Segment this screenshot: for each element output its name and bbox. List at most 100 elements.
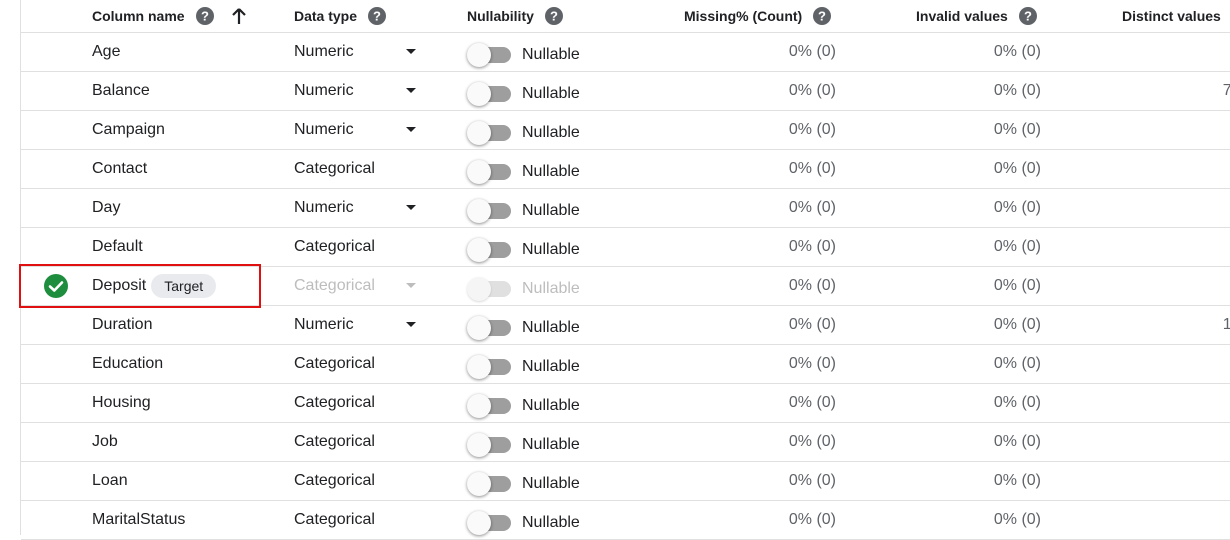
table-row[interactable]: Default Categorical Nullable 0% (0) 0% (0) <box>21 228 1230 267</box>
table-row[interactable]: Housing Categorical Nullable 0% (0) 0% (0) <box>21 384 1230 423</box>
invalid-value: 0% (0) <box>993 394 1041 411</box>
nullable-toggle[interactable] <box>467 393 513 418</box>
table-row[interactable]: Age Numeric Nullable 0% (0) 0% (0) <box>21 33 1230 72</box>
data-type-select: Categorical <box>294 228 424 266</box>
nullable-toggle[interactable] <box>467 120 513 145</box>
nullable-toggle[interactable] <box>467 237 513 262</box>
nullability-cell: Nullable <box>467 150 580 188</box>
header-distinct-label: Distinct values <box>1122 8 1221 24</box>
data-type-value: Numeric <box>294 199 354 216</box>
header-invalid[interactable]: Invalid values ? <box>916 0 1037 32</box>
distinct-value <box>1121 33 1230 71</box>
data-type-value: Categorical <box>294 160 375 177</box>
data-type-value: Categorical <box>294 433 375 450</box>
nullable-toggle[interactable] <box>467 159 513 184</box>
nullability-cell: Nullable <box>467 267 580 305</box>
help-icon[interactable]: ? <box>1018 7 1037 25</box>
nullability-cell: Nullable <box>467 384 580 422</box>
invalid-value: 0% (0) <box>993 355 1041 372</box>
data-type-select: Categorical <box>294 462 424 500</box>
data-type-value: Categorical <box>294 394 375 411</box>
help-icon[interactable]: ? <box>544 7 563 25</box>
nullable-toggle[interactable] <box>467 315 513 340</box>
help-icon[interactable]: ? <box>195 7 214 25</box>
table-row[interactable]: Balance Numeric Nullable 0% (0) 0% (0) 7,1 <box>21 72 1230 111</box>
column-name-cell: Default <box>92 228 143 266</box>
header-nullability-label: Nullability <box>467 8 534 24</box>
column-name: Education <box>92 355 164 372</box>
invalid-value: 0% (0) <box>993 277 1041 294</box>
missing-value: 0% (0) <box>788 316 836 333</box>
nullable-toggle[interactable] <box>467 432 513 457</box>
data-type-select[interactable]: Numeric <box>294 306 424 344</box>
table-row[interactable]: Campaign Numeric Nullable 0% (0) 0% (0) <box>21 111 1230 150</box>
table-row[interactable]: Deposit Target Categorical Nullable 0% (0) 0%… <box>21 267 1230 306</box>
nullable-label: Nullable <box>522 202 580 219</box>
column-name-cell: Deposit Target <box>92 267 217 305</box>
table-row[interactable]: Duration Numeric Nullable 0% (0) 0% (0) 1,5 <box>21 306 1230 345</box>
missing-value: 0% (0) <box>788 121 836 138</box>
nullability-cell: Nullable <box>467 462 580 500</box>
nullable-label: Nullable <box>522 358 580 375</box>
data-type-select[interactable]: Numeric <box>294 72 424 110</box>
column-name: Loan <box>92 472 128 489</box>
column-name: Contact <box>92 160 148 177</box>
check-circle-icon <box>43 267 69 305</box>
nullable-label: Nullable <box>522 514 580 531</box>
table-row[interactable]: Loan Categorical Nullable 0% (0) 0% (0) <box>21 462 1230 501</box>
nullability-cell: Nullable <box>467 501 580 539</box>
data-type-value: Categorical <box>294 355 375 372</box>
nullable-label: Nullable <box>522 241 580 258</box>
distinct-value <box>1121 189 1230 227</box>
table-row[interactable]: Education Categorical Nullable 0% (0) 0% (0) <box>21 345 1230 384</box>
column-name-cell: Day <box>92 189 120 227</box>
nullability-cell: Nullable <box>467 33 580 71</box>
data-type-select: Categorical <box>294 345 424 383</box>
column-name: Day <box>92 199 121 216</box>
invalid-value: 0% (0) <box>993 511 1041 528</box>
invalid-value: 0% (0) <box>993 433 1041 450</box>
nullability-cell: Nullable <box>467 72 580 110</box>
data-type-select[interactable]: Numeric <box>294 33 424 71</box>
nullable-toggle[interactable] <box>467 81 513 106</box>
data-type-select[interactable]: Numeric <box>294 189 424 227</box>
nullable-label: Nullable <box>522 163 580 180</box>
invalid-value: 0% (0) <box>993 238 1041 255</box>
data-type-select: Categorical <box>294 267 424 305</box>
table-row[interactable]: MaritalStatus Categorical Nullable 0% (0) 0%… <box>21 501 1230 540</box>
column-name-cell: Campaign <box>92 111 165 149</box>
dropdown-arrow-icon <box>406 127 416 132</box>
distinct-value <box>1121 423 1230 461</box>
header-data-type-label: Data type <box>294 8 358 24</box>
nullability-cell: Nullable <box>467 111 580 149</box>
nullable-toggle[interactable] <box>467 510 513 535</box>
distinct-value: 7,1 <box>1222 82 1230 99</box>
missing-value: 0% (0) <box>788 394 836 411</box>
help-icon[interactable]: ? <box>813 7 832 25</box>
header-missing[interactable]: Missing% (Count) ? <box>684 0 832 32</box>
nullable-toggle[interactable] <box>467 354 513 379</box>
header-data-type[interactable]: Data type ? <box>294 0 387 32</box>
nullable-toggle[interactable] <box>467 471 513 496</box>
table-row[interactable]: Contact Categorical Nullable 0% (0) 0% (0) <box>21 150 1230 189</box>
arrow-up-icon[interactable] <box>230 7 248 25</box>
distinct-value <box>1121 501 1230 539</box>
header-missing-label: Missing% (Count) <box>684 8 803 24</box>
nullability-cell: Nullable <box>467 228 580 266</box>
header-distinct[interactable]: Distinct values <box>1122 0 1221 32</box>
table-row[interactable]: Job Categorical Nullable 0% (0) 0% (0) <box>21 423 1230 462</box>
invalid-value: 0% (0) <box>993 43 1041 60</box>
dropdown-arrow-icon <box>406 283 416 288</box>
missing-value: 0% (0) <box>788 82 836 99</box>
invalid-value: 0% (0) <box>993 160 1041 177</box>
nullable-toggle[interactable] <box>467 42 513 67</box>
header-column-name[interactable]: Column name ? <box>92 0 248 32</box>
data-type-value: Categorical <box>294 277 375 294</box>
help-icon[interactable]: ? <box>368 7 387 25</box>
data-type-select[interactable]: Numeric <box>294 111 424 149</box>
header-nullability[interactable]: Nullability ? <box>467 0 563 32</box>
nullability-cell: Nullable <box>467 345 580 383</box>
table-row[interactable]: Day Numeric Nullable 0% (0) 0% (0) <box>21 189 1230 228</box>
nullable-toggle[interactable] <box>467 198 513 223</box>
svg-text:?: ? <box>818 9 826 24</box>
